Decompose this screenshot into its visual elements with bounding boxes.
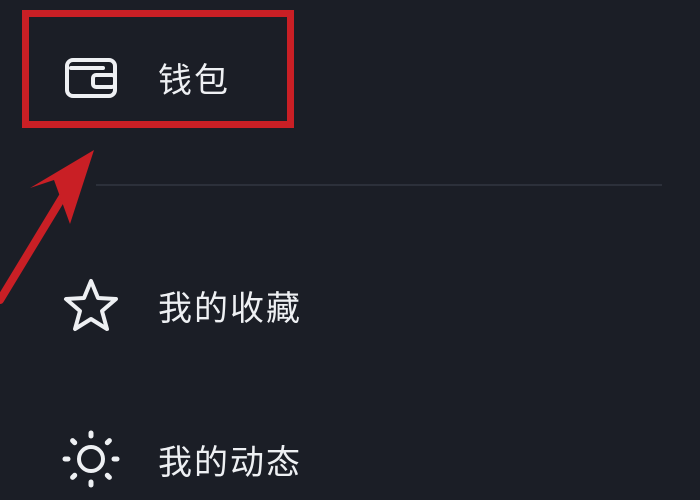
sun-icon [60,428,122,490]
menu-item-label: 钱包 [158,60,230,101]
menu-item-moments[interactable]: 我的动态 [60,424,302,494]
menu-item-favorites[interactable]: 我的收藏 [60,270,302,340]
menu-item-wallet[interactable]: 钱包 [60,42,230,112]
wallet-icon [60,46,122,108]
divider [96,184,662,186]
star-icon [60,274,122,336]
menu-item-label: 我的收藏 [158,288,302,329]
menu-item-label: 我的动态 [158,442,302,483]
